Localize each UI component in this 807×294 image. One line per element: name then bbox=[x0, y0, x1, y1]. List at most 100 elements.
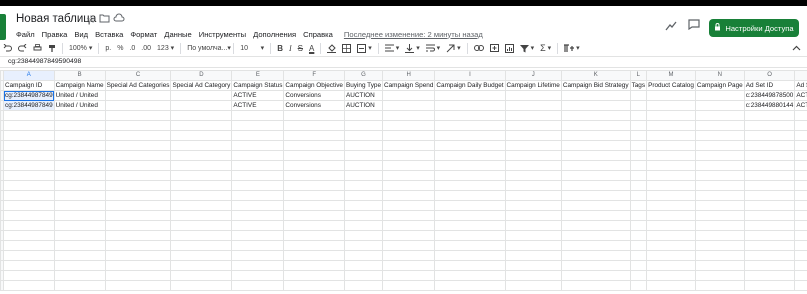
cell[interactable] bbox=[283, 200, 345, 211]
cell[interactable] bbox=[794, 190, 807, 201]
cell[interactable] bbox=[794, 260, 807, 271]
menu-edit[interactable]: Правка bbox=[42, 30, 68, 39]
cell[interactable] bbox=[646, 250, 696, 261]
cell[interactable] bbox=[629, 180, 648, 191]
cell[interactable] bbox=[170, 260, 233, 271]
sheets-logo[interactable] bbox=[0, 14, 6, 40]
cell[interactable] bbox=[434, 260, 506, 271]
column-header[interactable]: I bbox=[434, 70, 506, 81]
column-header[interactable]: J bbox=[504, 70, 562, 81]
cell[interactable] bbox=[646, 200, 696, 211]
cell[interactable] bbox=[382, 100, 436, 111]
cell[interactable] bbox=[504, 160, 562, 171]
cell[interactable] bbox=[743, 190, 796, 201]
cell[interactable] bbox=[53, 220, 106, 231]
cell[interactable] bbox=[343, 120, 384, 131]
cell[interactable] bbox=[343, 230, 384, 241]
cell[interactable] bbox=[283, 240, 345, 251]
cell[interactable] bbox=[231, 120, 285, 131]
column-header[interactable]: M bbox=[646, 70, 696, 81]
cell[interactable] bbox=[283, 110, 345, 121]
cell[interactable] bbox=[560, 240, 631, 251]
insert-link-icon[interactable] bbox=[471, 41, 487, 55]
cell[interactable] bbox=[794, 210, 807, 221]
cell[interactable] bbox=[283, 210, 345, 221]
cell[interactable] bbox=[382, 260, 436, 271]
cell[interactable] bbox=[170, 280, 233, 291]
cell[interactable] bbox=[504, 100, 562, 111]
cell[interactable]: ACTIVE bbox=[794, 90, 807, 101]
cell[interactable] bbox=[434, 150, 506, 161]
text-rotation-icon[interactable]: ▾ bbox=[443, 41, 463, 55]
cell[interactable] bbox=[434, 280, 506, 291]
cell[interactable]: ACTIVE bbox=[231, 100, 285, 111]
cell[interactable] bbox=[434, 170, 506, 181]
formula-bar[interactable]: cg:23844987849590498 bbox=[0, 56, 807, 68]
cell[interactable] bbox=[104, 220, 172, 231]
cell[interactable] bbox=[743, 120, 796, 131]
cell[interactable] bbox=[53, 270, 106, 281]
cell[interactable] bbox=[382, 110, 436, 121]
cell[interactable] bbox=[104, 280, 172, 291]
menu-addons[interactable]: Дополнения bbox=[253, 30, 296, 39]
cell[interactable] bbox=[434, 130, 506, 141]
cell[interactable] bbox=[794, 110, 807, 121]
cell[interactable] bbox=[560, 170, 631, 181]
cell[interactable] bbox=[629, 280, 648, 291]
cell[interactable] bbox=[3, 210, 55, 221]
cell[interactable] bbox=[283, 250, 345, 261]
cell[interactable] bbox=[646, 270, 696, 281]
cell[interactable] bbox=[53, 250, 106, 261]
cell[interactable] bbox=[794, 220, 807, 231]
cell[interactable] bbox=[3, 180, 55, 191]
cell[interactable]: c:238449878500 bbox=[743, 90, 796, 101]
text-color-button[interactable]: A bbox=[306, 41, 317, 55]
cell[interactable] bbox=[343, 200, 384, 211]
cell[interactable]: AUCTION bbox=[343, 90, 384, 101]
cell[interactable] bbox=[504, 200, 562, 211]
cell[interactable] bbox=[231, 230, 285, 241]
cell[interactable]: Ad Set Run Status bbox=[794, 80, 807, 91]
cell[interactable] bbox=[434, 240, 506, 251]
cell[interactable] bbox=[743, 280, 796, 291]
cell[interactable] bbox=[743, 270, 796, 281]
cell[interactable] bbox=[231, 200, 285, 211]
cell[interactable]: Special Ad Categories bbox=[104, 80, 172, 91]
cell[interactable] bbox=[53, 160, 106, 171]
cell[interactable] bbox=[382, 150, 436, 161]
cell[interactable] bbox=[743, 180, 796, 191]
cell[interactable] bbox=[694, 100, 745, 111]
cell[interactable] bbox=[170, 230, 233, 241]
cell[interactable] bbox=[794, 120, 807, 131]
cell[interactable] bbox=[629, 150, 648, 161]
cell[interactable] bbox=[794, 140, 807, 151]
column-header[interactable]: O bbox=[743, 70, 796, 81]
cell[interactable] bbox=[104, 260, 172, 271]
undo-icon[interactable] bbox=[0, 41, 15, 55]
column-header[interactable]: B bbox=[53, 70, 106, 81]
cell[interactable] bbox=[231, 280, 285, 291]
cell[interactable] bbox=[629, 190, 648, 201]
cell[interactable] bbox=[283, 190, 345, 201]
cell[interactable] bbox=[694, 90, 745, 101]
horizontal-align-icon[interactable]: ▾ bbox=[382, 41, 402, 55]
cell[interactable] bbox=[694, 180, 745, 191]
cell[interactable] bbox=[53, 210, 106, 221]
cell[interactable] bbox=[694, 190, 745, 201]
cell[interactable] bbox=[170, 100, 233, 111]
cell[interactable] bbox=[343, 150, 384, 161]
cell[interactable] bbox=[434, 110, 506, 121]
cell[interactable] bbox=[3, 270, 55, 281]
fill-color-icon[interactable] bbox=[324, 41, 339, 55]
cell[interactable] bbox=[560, 190, 631, 201]
cell[interactable] bbox=[3, 150, 55, 161]
currency-format-button[interactable]: р. bbox=[102, 41, 114, 55]
functions-button[interactable]: Σ ▾ bbox=[537, 41, 554, 55]
cell[interactable] bbox=[170, 150, 233, 161]
cell[interactable] bbox=[104, 230, 172, 241]
cell[interactable] bbox=[53, 110, 106, 121]
cell[interactable] bbox=[104, 200, 172, 211]
cell[interactable] bbox=[382, 210, 436, 221]
cell[interactable] bbox=[170, 220, 233, 231]
cell[interactable] bbox=[743, 110, 796, 121]
